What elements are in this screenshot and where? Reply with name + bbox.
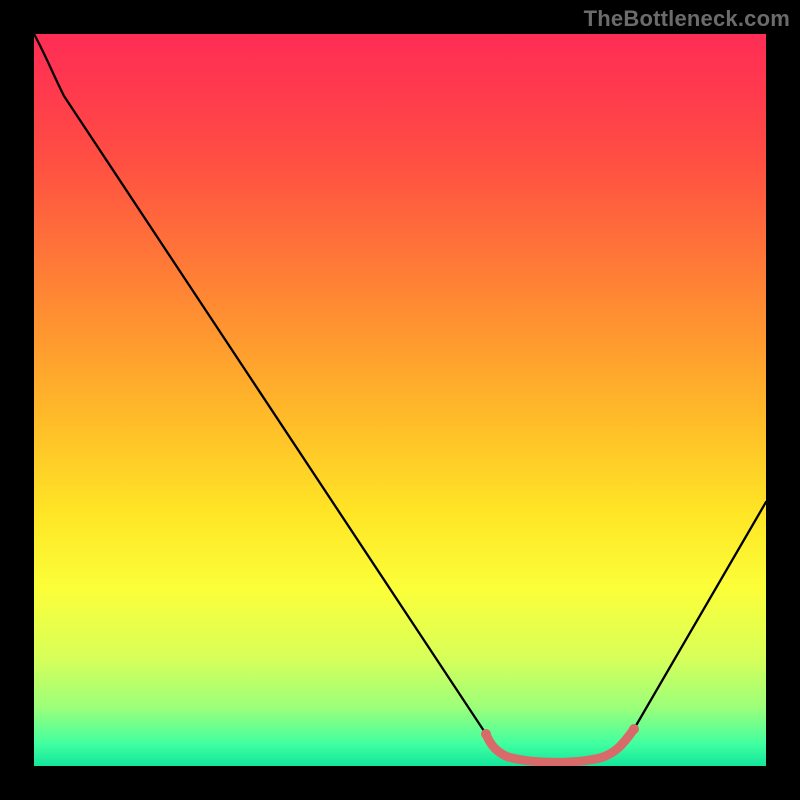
chart-frame: TheBottleneck.com — [0, 0, 800, 800]
plot-gradient-background — [34, 34, 766, 766]
watermark-text: TheBottleneck.com — [584, 6, 790, 32]
